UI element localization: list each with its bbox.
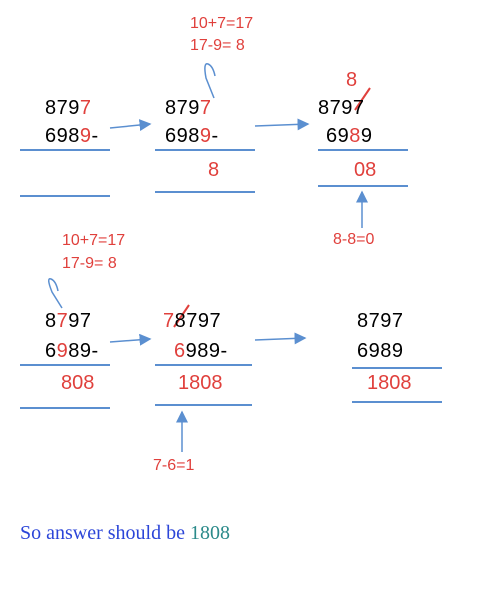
step1-minuend: 8797 [45,97,92,119]
step5-minuend: 78797 [163,310,222,332]
note-sub-top: 17-9= 8 [190,37,245,54]
step4-subtrahend: 6989- [45,340,99,362]
step3-subtrahend: 6989 [326,125,373,147]
step2-result: 8 [208,159,220,181]
note-add-top: 10+7=17 [190,15,254,32]
step3-result: 08 [354,159,377,181]
step5-result: 1808 [178,372,223,394]
step1-subtrahend: 6989- [45,125,99,147]
note-sub-mid: 17-9= 8 [62,255,117,272]
note-step5: 7-6=1 [153,457,195,474]
step2-minuend: 8797 [165,97,212,119]
step6-minuend: 8797 [357,310,404,332]
callout-hook-mid [48,278,63,309]
step4-result: 808 [61,372,95,394]
step3-borrow-digit: 8 [346,69,358,91]
arrow-step5-to-step6 [254,332,307,345]
step5-subtrahend: 6989- [174,340,228,362]
arrow-step2-to-step3 [254,118,310,131]
callout-hook-top [204,63,216,99]
diagram-lines [20,63,442,452]
step4-minuend: 8797 [45,310,92,332]
arrow-step4-to-step5 [109,333,152,346]
arrow-step1-to-step2 [109,119,152,132]
note-step3: 8-8=0 [333,231,375,248]
step2-subtrahend: 6989- [165,125,219,147]
final-answer: 1808 [189,522,230,544]
answer-statement: So answer should be 1808 [20,522,230,544]
step6-subtrahend: 6989 [357,340,404,362]
note-add-mid: 10+7=17 [62,232,126,249]
step3-minuend: 8797 [318,97,365,119]
step6-result: 1808 [367,372,412,394]
